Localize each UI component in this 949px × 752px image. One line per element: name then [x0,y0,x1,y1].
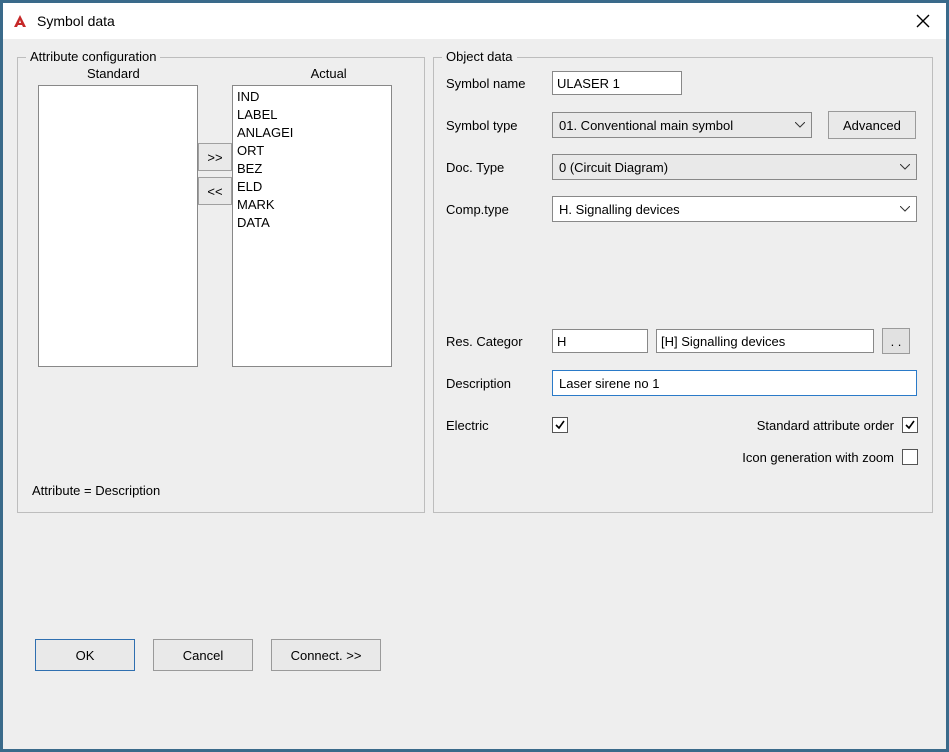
electric-label: Electric [446,418,544,433]
chevron-down-icon [795,122,805,128]
attribute-configuration-group: Attribute configuration Standard Actual … [17,57,425,513]
list-item[interactable]: MARK [237,196,387,214]
list-item[interactable]: ANLAGEI [237,124,387,142]
list-item[interactable]: ORT [237,142,387,160]
dialog-client: Attribute configuration Standard Actual … [3,39,946,749]
icon-gen-zoom-checkbox[interactable] [902,449,918,465]
icon-gen-zoom-label: Icon generation with zoom [742,450,894,465]
electric-checkbox[interactable] [552,417,568,433]
list-item[interactable]: BEZ [237,160,387,178]
list-item[interactable]: LABEL [237,106,387,124]
symbol-type-label: Symbol type [446,118,544,133]
doc-type-value: 0 (Circuit Diagram) [559,160,668,175]
comp-type-value: H. Signalling devices [559,202,680,217]
description-label: Description [446,376,544,391]
doc-type-select[interactable]: 0 (Circuit Diagram) [552,154,917,180]
footer-buttons: OK Cancel Connect. >> [35,639,381,671]
comp-type-select[interactable]: H. Signalling devices [552,196,917,222]
ok-button[interactable]: OK [35,639,135,671]
actual-header: Actual [249,66,409,81]
standard-header: Standard [33,66,193,81]
object-data-group: Object data Symbol name Symbol type 01. … [433,57,933,513]
std-attr-order-label: Standard attribute order [757,418,894,433]
res-categor-code-input[interactable] [552,329,648,353]
list-item[interactable]: ELD [237,178,387,196]
symbol-type-select[interactable]: 01. Conventional main symbol [552,112,812,138]
standard-listbox[interactable] [38,85,198,367]
close-button[interactable] [900,3,946,39]
connect-button[interactable]: Connect. >> [271,639,381,671]
symbol-type-value: 01. Conventional main symbol [559,118,733,133]
attribute-group-legend: Attribute configuration [26,49,160,64]
res-categor-browse-button[interactable]: . . [882,328,910,354]
app-icon [11,12,29,30]
comp-type-label: Comp.type [446,202,544,217]
symbol-name-label: Symbol name [446,76,544,91]
doc-type-label: Doc. Type [446,160,544,175]
description-input[interactable] [552,370,917,396]
advanced-button[interactable]: Advanced [828,111,916,139]
list-item[interactable]: DATA [237,214,387,232]
std-attr-order-checkbox[interactable] [902,417,918,433]
cancel-button[interactable]: Cancel [153,639,253,671]
attribute-status-text: Attribute = Description [32,483,160,498]
actual-listbox[interactable]: INDLABELANLAGEIORTBEZELDMARKDATA [232,85,392,367]
res-categor-name-input[interactable] [656,329,874,353]
symbol-name-input[interactable] [552,71,682,95]
window-title: Symbol data [37,13,115,29]
chevron-down-icon [900,206,910,212]
move-right-button[interactable]: >> [198,143,232,171]
titlebar: Symbol data [3,3,946,39]
list-item[interactable]: IND [237,88,387,106]
chevron-down-icon [900,164,910,170]
object-group-legend: Object data [442,49,517,64]
move-left-button[interactable]: << [198,177,232,205]
res-categor-label: Res. Categor [446,334,544,349]
